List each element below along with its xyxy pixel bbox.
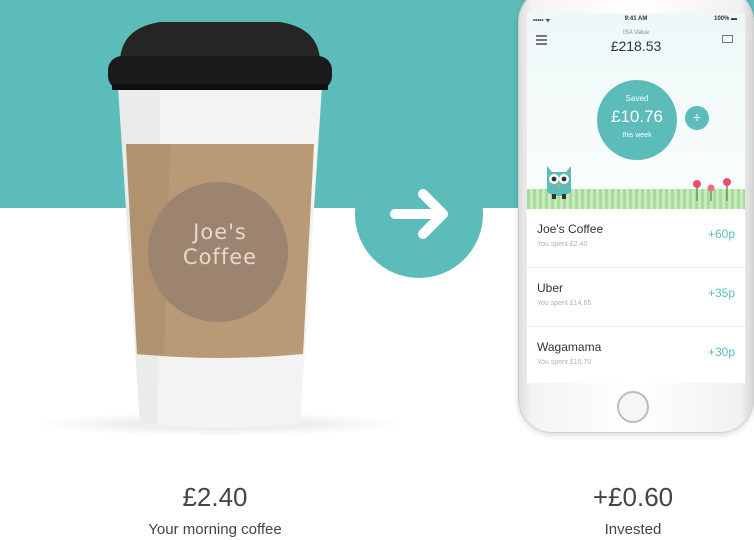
isa-value-label: ISA Value [623,30,649,36]
transaction-row-wagamama[interactable]: Wagamama You spent £15.70 +30p [527,327,745,383]
invested-caption: Invested [604,521,662,538]
saved-period: this week [622,132,652,139]
invested-amount: +£0.60 [592,482,674,512]
phone-mockup: ••••• ᯤ 9:41 AM 100% ▬ ISA Value £218.53… [518,0,754,433]
coffee-cup-illustration: Joe's Coffee [100,6,340,436]
add-button[interactable]: + [685,106,709,130]
transaction-list: Joe's Coffee You spent £2.40 +60p Uber Y… [527,209,745,383]
spent-amount: You spent £15.70 [537,359,592,366]
merchant-name: Uber [537,281,564,295]
app-header-area: ••••• ᯤ 9:41 AM 100% ▬ ISA Value £218.53… [527,13,745,209]
owl-mascot-icon [547,166,571,199]
arrow-circle [355,150,483,278]
flowers-icon [693,178,731,201]
saved-this-week-circle: Saved £10.76 this week [597,80,677,160]
roundup-amount: +60p [707,227,735,241]
roundup-amount: +35p [707,286,735,300]
spent-amount: You spent £2.40 [537,241,588,248]
isa-value-amount: £218.53 [610,38,662,54]
merchant-name: Joe's Coffee [537,222,604,236]
cup-brand-text: Joe's Coffee [182,220,258,269]
spent-amount: You spent £14.65 [537,300,592,307]
coffee-price: £2.40 [182,482,248,512]
merchant-name: Wagamama [537,340,602,354]
transaction-row-joes-coffee[interactable]: Joe's Coffee You spent £2.40 +60p [527,209,745,268]
battery-indicator: 100% ▬ [713,16,737,22]
status-bar: ••••• ᯤ 9:41 AM 100% ▬ [527,16,745,26]
saved-label: Saved [625,94,649,103]
coffee-caption: Your morning coffee [148,521,282,538]
transaction-row-uber[interactable]: Uber You spent £14.65 +35p [527,268,745,327]
phone-home-button [617,391,649,423]
saved-amount: £10.76 [611,107,663,126]
phone-screen: ••••• ᯤ 9:41 AM 100% ▬ ISA Value £218.53… [527,13,745,383]
status-time: 9:41 AM [624,16,648,22]
arrow-right-icon [390,189,448,239]
roundup-amount: +30p [707,345,735,359]
